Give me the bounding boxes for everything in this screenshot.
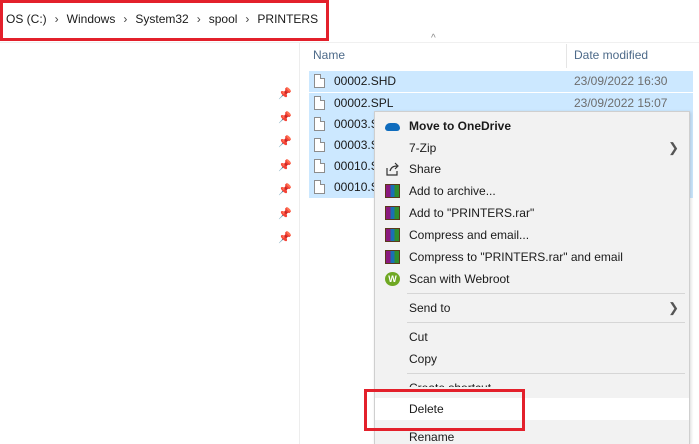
winrar-icon [385,250,400,264]
pin-icon[interactable]: 📌 [278,88,292,100]
menu-item-label: Compress and email... [409,228,530,242]
file-name: 00002.SHD [334,74,397,88]
column-header-date-modified[interactable]: Date modified [574,44,648,66]
menu-item-cut[interactable]: Cut [375,326,689,348]
menu-item-label: Send to [409,301,451,315]
file-icon [314,74,325,88]
menu-item-create-shortcut[interactable]: Create shortcut [375,377,689,387]
pin-icon[interactable]: 📌 [278,208,292,220]
winrar-icon [385,184,400,198]
address-bar-divider [0,42,699,43]
menu-item-move-to-onedrive[interactable]: Move to OneDrive [375,115,689,137]
menu-item-add-to-printers-rar[interactable]: Add to "PRINTERS.rar" [375,202,689,224]
menu-item-label: 7-Zip [409,141,437,155]
menu-item-scan-with-webroot[interactable]: W Scan with Webroot [375,268,689,290]
winrar-icon [385,228,400,242]
file-icon [314,96,325,110]
menu-item-label: Compress to "PRINTERS.rar" and email [409,250,623,264]
menu-item-label: Rename [409,430,455,444]
file-name: 00010.S [334,159,379,173]
share-icon [385,162,400,176]
column-separator[interactable] [566,44,567,68]
file-name: 00003.S [334,117,379,131]
menu-item-label: Scan with Webroot [409,272,510,286]
menu-item-label: Add to "PRINTERS.rar" [409,206,535,220]
pin-icon[interactable]: 📌 [278,232,292,244]
menu-separator [407,293,685,294]
menu-item-send-to[interactable]: Send to ❯ [375,297,689,319]
file-name: 00003.S [334,138,379,152]
column-header-name[interactable]: Name [313,44,345,66]
pin-icon[interactable]: 📌 [278,112,292,124]
chevron-right-icon: ❯ [668,140,679,155]
onedrive-cloud-icon [385,123,400,131]
nav-pane-divider [299,43,300,444]
file-date: 23/09/2022 16:30 [574,74,668,88]
menu-item-label: Move to OneDrive [409,119,512,133]
menu-item-label: Create shortcut [409,377,491,387]
menu-item-add-to-archive[interactable]: Add to archive... [375,180,689,202]
menu-item-7zip[interactable]: 7-Zip ❯ [375,137,689,159]
menu-item-copy[interactable]: Copy [375,348,689,370]
pin-icon[interactable]: 📌 [278,160,292,172]
menu-item-label: Share [409,162,442,176]
chevron-right-icon: ❯ [668,300,679,315]
menu-item-label: Cut [409,330,428,344]
winrar-icon [385,206,400,220]
file-icon [314,159,325,173]
file-icon [314,138,325,152]
delete-highlight-box [364,389,525,431]
file-row[interactable]: 00002.SHD 23/09/2022 16:30 [309,71,693,92]
sort-ascending-icon: ^ [431,33,436,44]
breadcrumb-highlight-box [0,0,329,41]
menu-item-compress-and-email[interactable]: Compress and email... [375,224,689,246]
webroot-icon: W [385,272,400,286]
menu-item-compress-rar-and-email[interactable]: Compress to "PRINTERS.rar" and email [375,246,689,268]
menu-separator [407,322,685,323]
file-name: 00010.S [334,180,379,194]
menu-item-label: Copy [409,352,438,366]
menu-item-share[interactable]: Share [375,158,689,180]
file-icon [314,180,325,194]
menu-item-label: Add to archive... [409,184,496,198]
pin-icon[interactable]: 📌 [278,136,292,148]
pin-icon[interactable]: 📌 [278,184,292,196]
menu-item-rename[interactable]: Rename [375,430,689,444]
menu-separator [407,373,685,374]
file-icon [314,117,325,131]
